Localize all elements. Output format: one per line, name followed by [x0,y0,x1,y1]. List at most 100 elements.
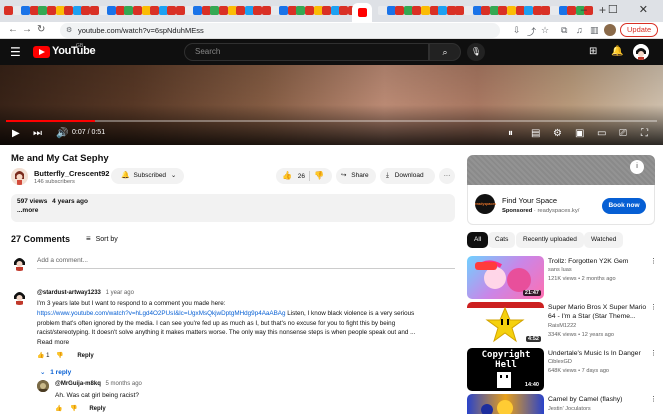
comment-dislike-button[interactable]: 👎 [56,353,63,359]
tab-favicon-icon[interactable] [4,6,13,15]
tab-favicon-icon[interactable] [219,6,228,15]
related-title[interactable]: Super Mario Bros X Super Mario 64 - I'm … [548,303,648,321]
filter-chip-watched[interactable]: Watched [584,232,624,248]
add-comment-input[interactable]: Add a comment... [37,257,455,269]
tab-favicon-icon[interactable] [378,6,387,15]
related-thumbnail[interactable]: 4:52 [467,302,544,345]
dislike-button[interactable]: 👎 [314,168,324,185]
forward-arrow-icon[interactable]: → [22,24,32,35]
play-icon[interactable]: ▶ [12,128,20,139]
comment-reply-button[interactable]: Reply [77,353,93,359]
search-input[interactable]: Search [184,43,429,61]
more-actions-button[interactable]: ··· [439,168,455,184]
youtube-logo-text[interactable]: YouTube [52,45,96,57]
show-more-link[interactable]: ...more [17,207,449,214]
ad-image[interactable] [467,155,655,185]
related-thumbnail[interactable]: 21:47 [467,256,544,299]
download-button[interactable]: ⤓ Download [380,168,435,184]
channel-avatar[interactable] [11,168,28,185]
related-channel[interactable]: Jestin' Joculators [548,406,591,412]
ad-logo[interactable]: readyspaces [475,194,496,214]
settings-gear-icon[interactable]: ⚙ [553,128,562,139]
create-icon[interactable]: ⊞ [589,46,597,57]
book-now-button[interactable]: Book now [602,198,646,214]
account-avatar[interactable] [633,44,649,60]
more-vertical-icon[interactable]: ⋮ [650,349,657,357]
comment-like-button[interactable]: 👍 1 [37,353,50,359]
reply-dislike-button[interactable]: 👎 [70,406,77,412]
description-box[interactable]: 597 views 4 years ago ...more [11,194,455,222]
tab-favicon-icon[interactable] [193,6,203,15]
filter-chip-all[interactable]: All [467,232,489,248]
tab-favicon-icon[interactable] [464,6,473,15]
tab-favicon-icon[interactable] [262,6,271,15]
tab-favicon-icon[interactable] [481,6,491,15]
comment-link[interactable]: https://www.youtube.com/watch?v=hLgd4O2P… [37,310,286,317]
notifications-bell-icon[interactable]: 🔔 [611,46,623,57]
active-tab[interactable] [352,3,372,22]
related-channel[interactable]: sans luas [548,267,572,273]
tab-favicon-icon[interactable] [524,6,534,15]
ad-title[interactable]: Find Your Space [502,196,557,205]
tab-favicon-icon[interactable] [133,6,142,15]
related-channel[interactable]: RaisM1222 [548,323,576,329]
tab-favicon-icon[interactable] [90,6,99,15]
related-thumbnail[interactable]: Copyright Hell 14:40 [467,348,544,391]
reply-handle[interactable]: @MrGuija-m8kq 5 months ago [55,381,142,387]
more-vertical-icon[interactable]: ⋮ [650,303,657,311]
tab-favicon-icon[interactable] [507,6,516,15]
share-page-icon[interactable]: ⤴ [527,25,536,38]
install-icon[interactable]: ⇩ [513,25,521,36]
menu-icon[interactable]: ☰ [10,45,21,59]
reply-timestamp[interactable]: 5 months ago [106,381,142,387]
site-info-icon[interactable]: ⚙ [66,23,72,38]
related-thumbnail[interactable] [467,394,544,414]
search-button[interactable]: ⌕ [429,43,461,61]
cast-icon[interactable]: ⎚ [619,128,627,139]
autoplay-toggle-icon[interactable]: ⏸ [508,128,513,139]
subtitles-icon[interactable]: ▤ [531,128,540,139]
related-title[interactable]: Trollz: Forgotten Y2K Gem [548,257,648,266]
tab-favicon-icon[interactable] [395,6,405,15]
next-icon[interactable]: ⏭ [33,128,42,139]
reply-reply-button[interactable]: Reply [89,406,105,412]
update-button[interactable]: Update [620,23,659,37]
tab-favicon-icon[interactable] [107,6,117,15]
ad-info-icon[interactable]: i [630,160,644,174]
address-bar[interactable]: ⚙ youtube.com/watch?v=6spNduhMEss [60,23,500,38]
tab-favicon-icon[interactable] [322,6,332,15]
tab-favicon-icon[interactable] [21,6,31,15]
related-channel[interactable]: CiblexGD [548,359,572,365]
read-more-link[interactable]: Read more [37,339,69,346]
tab-favicon-icon[interactable] [421,6,430,15]
youtube-logo-icon[interactable] [33,46,50,58]
filter-chip-recently-uploaded[interactable]: Recently uploaded [516,232,584,248]
video-player[interactable]: ▶ ⏭ 🔊 0:07 / 0:51 ⏸ ▤ ⚙ ▣ ▭ ⎚ ⛶ [0,65,663,145]
reload-icon[interactable]: ↻ [37,24,45,35]
bookmark-star-icon[interactable]: ☆ [541,25,549,36]
tab-favicon-icon[interactable] [567,6,577,15]
fullscreen-icon[interactable]: ⛶ [641,128,648,139]
theater-mode-icon[interactable]: ▭ [597,128,606,139]
channel-name[interactable]: Butterfly_Crescent92 [34,169,109,178]
sort-by-button[interactable]: ≡ Sort by [86,234,118,243]
reply-avatar[interactable] [37,380,49,392]
back-arrow-icon[interactable]: ← [8,24,18,35]
tab-favicon-icon[interactable] [305,6,314,15]
voice-search-button[interactable]: 🎙 [467,43,485,61]
progress-bar[interactable] [6,120,657,122]
tab-favicon-icon[interactable] [438,6,448,15]
commenter-avatar[interactable] [11,288,28,305]
extensions-icon[interactable]: ⧉ [561,25,567,36]
tab-favicon-icon[interactable] [150,6,160,15]
reply-like-button[interactable]: 👍 [55,406,62,412]
tab-favicon-icon[interactable] [550,6,559,15]
tab-favicon-icon[interactable] [64,6,74,15]
media-icon[interactable]: ♫ [576,25,583,35]
share-button[interactable]: ↪ Share [336,168,376,184]
view-replies-button[interactable]: ⌄ 1 reply [40,368,71,376]
miniplayer-icon[interactable]: ▣ [575,128,584,139]
window-controls[interactable]: – ☐ ✕ [581,3,657,16]
tab-favicon-icon[interactable] [236,6,246,15]
subscribed-button[interactable]: 🔔 Subscribed ⌄ [111,168,184,184]
